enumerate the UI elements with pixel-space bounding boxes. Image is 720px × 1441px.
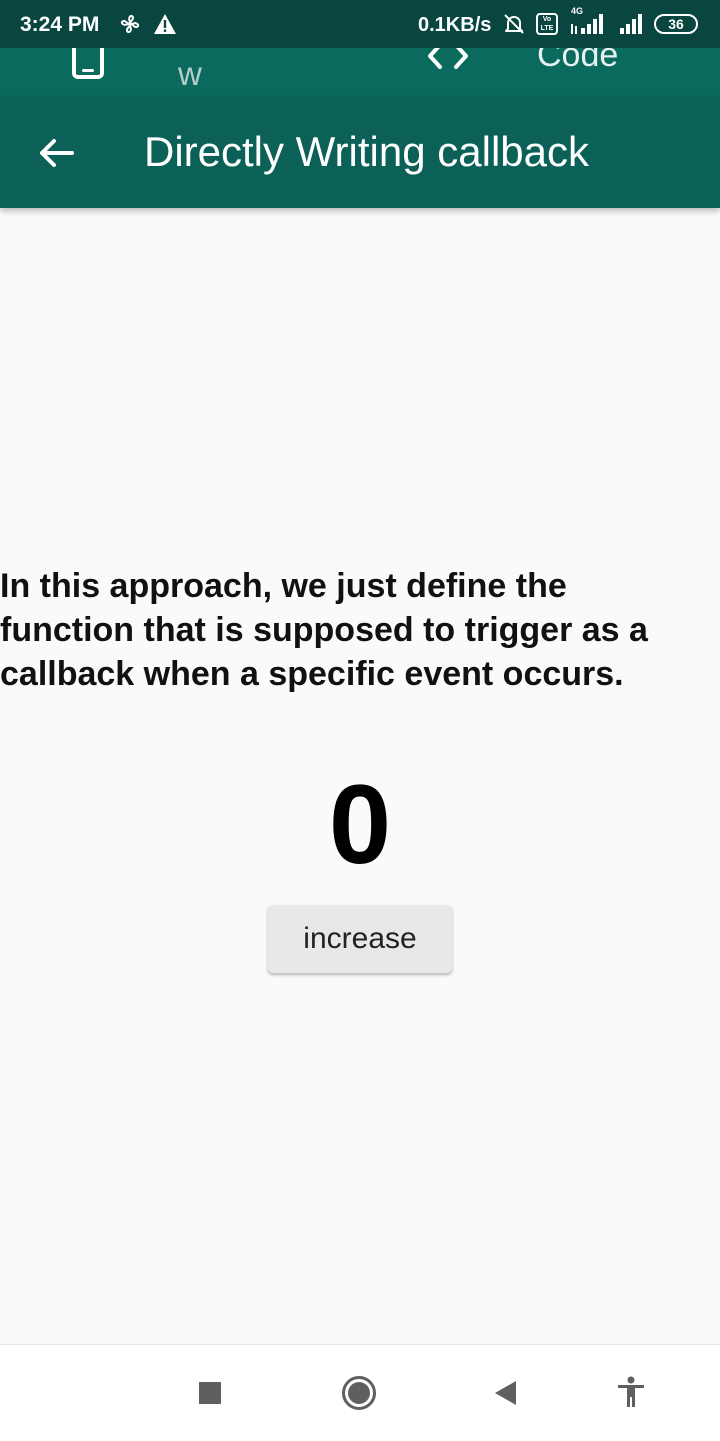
battery-icon: 36: [654, 14, 698, 34]
status-time: 3:24 PM: [20, 13, 100, 36]
network-speed: 0.1KB/s: [418, 14, 492, 36]
warning-icon: [153, 12, 177, 36]
recent-apps-icon[interactable]: [198, 1381, 222, 1405]
volte-badge: Vo LTE: [536, 13, 558, 35]
fan-icon: [118, 12, 142, 36]
increase-button[interactable]: increase: [268, 905, 452, 973]
navigation-bar: [0, 1344, 720, 1441]
page-title: Directly Writing callback: [144, 128, 589, 175]
status-bar: 3:24 PM 0.1KB/s Vo LTE 4G 36: [0, 0, 720, 48]
signal-icon: [618, 14, 646, 34]
back-icon[interactable]: [494, 1380, 518, 1406]
bell-off-icon: [502, 12, 526, 36]
top-tab-bar: Preview Code 3:24 PM 0.1KB/s: [0, 0, 720, 97]
home-icon[interactable]: [341, 1375, 377, 1411]
signal-icon: [569, 14, 607, 34]
arrow-back-icon[interactable]: [28, 125, 84, 181]
description-text: In this approach, we just define the fun…: [0, 567, 648, 693]
counter-value: 0: [328, 762, 392, 887]
app-bar: Directly Writing callback: [0, 97, 720, 208]
accessibility-icon[interactable]: [616, 1376, 646, 1408]
